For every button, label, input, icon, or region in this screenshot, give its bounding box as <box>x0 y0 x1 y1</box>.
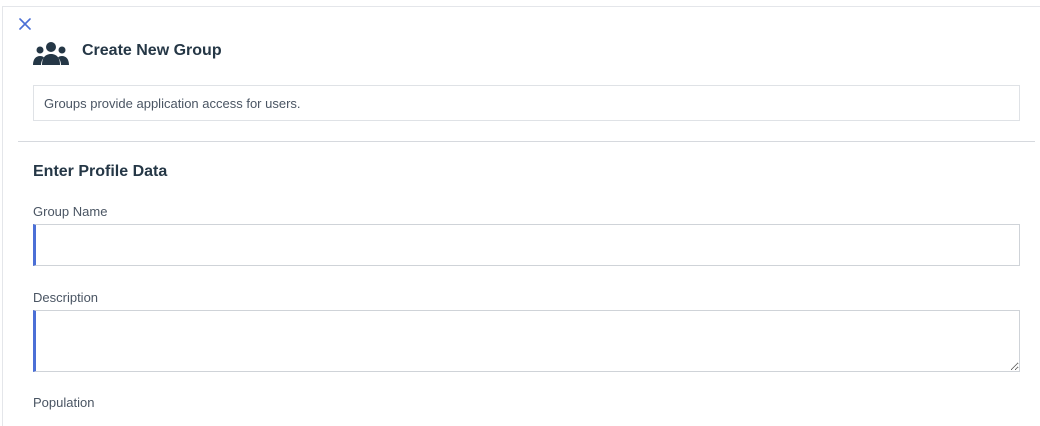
divider <box>18 141 1035 142</box>
section-title: Enter Profile Data <box>33 163 168 180</box>
group-name-label: Group Name <box>33 204 108 219</box>
close-button[interactable] <box>17 16 33 32</box>
description-label: Description <box>33 290 99 305</box>
description-textarea[interactable] <box>33 310 1020 372</box>
close-icon[interactable] <box>19 18 31 30</box>
users-group-icon <box>33 42 69 65</box>
population-label: Population <box>33 395 95 410</box>
group-name-input[interactable] <box>33 224 1020 266</box>
info-text: Groups provide application access for us… <box>44 95 301 111</box>
page-title: Create New Group <box>82 42 222 59</box>
info-message: Groups provide application access for us… <box>33 85 1020 121</box>
